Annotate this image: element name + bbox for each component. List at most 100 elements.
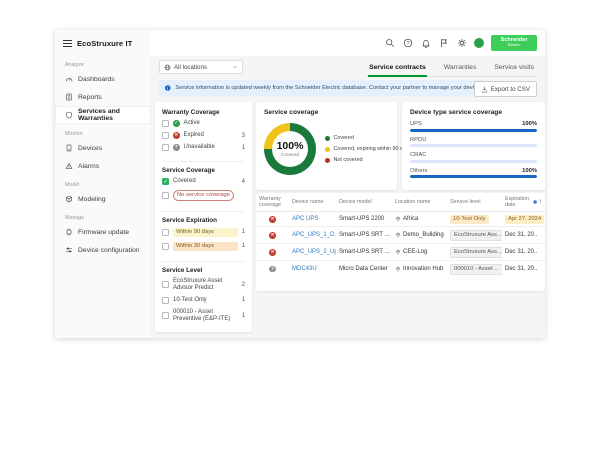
filter-option-active[interactable]: ✓ Active: [162, 120, 245, 127]
device-icon: [65, 144, 73, 152]
filter-option-10-test-only[interactable]: 10-Test Only 1: [162, 297, 245, 304]
tab-service-visits[interactable]: Service visits: [493, 62, 535, 76]
shield-icon: [65, 111, 73, 119]
checkbox[interactable]: [162, 144, 169, 151]
sidebar-item-reports[interactable]: Reports: [55, 88, 151, 106]
filter-group-title: Service Expiration: [162, 217, 245, 224]
within-90-days-chip: Within 90 days: [173, 228, 238, 237]
sidebar-item-label: Devices: [78, 145, 102, 152]
cube-icon: [65, 195, 73, 203]
table-row[interactable]: ? MDC43U Micro Data Center Innovation Hu…: [256, 261, 545, 277]
schneider-electric-logo[interactable]: Schneider Electric: [491, 35, 537, 51]
export-to-csv-button[interactable]: Export to CSV: [474, 81, 537, 97]
checkbox[interactable]: [162, 312, 169, 319]
sidebar-item-devices[interactable]: Devices: [55, 139, 151, 157]
feedback-flag-icon[interactable]: [438, 38, 449, 49]
sidebar-section-model: Model: [65, 182, 151, 188]
devices-table: Warranty coverage Device name Device mod…: [256, 193, 545, 277]
expired-status-icon: ✕: [269, 249, 276, 256]
table-row[interactable]: ✕ APC UPS Smart-UPS 2200 Africa 10-Test …: [256, 212, 545, 227]
sidebar-item-label: Dashboards: [78, 76, 115, 83]
gauge-icon: [65, 75, 73, 83]
download-icon: [481, 86, 488, 93]
checkbox-checked[interactable]: ✓: [162, 178, 169, 185]
checkbox[interactable]: [162, 297, 169, 304]
sidebar-item-label: Device configuration: [78, 247, 140, 254]
sort-ascending-icon[interactable]: ↑: [539, 199, 542, 206]
filter-option-asset-advisor-predict[interactable]: EcoStruxure Asset Advisor Predict 2: [162, 278, 245, 292]
filter-option-unavailable[interactable]: ? Unavailable 1: [162, 144, 245, 151]
firmware-icon: [65, 228, 73, 236]
checkbox[interactable]: [162, 243, 169, 250]
checkbox[interactable]: [162, 120, 169, 127]
device-type-coverage-card: Device type service coverage UPS100% RPD…: [402, 102, 545, 190]
search-icon[interactable]: [384, 38, 395, 49]
brand-subname: Electric: [508, 44, 520, 48]
service-level-chip: EcoStruxure Ass...: [450, 247, 502, 258]
device-link[interactable]: APC_UPS_1_D...: [292, 232, 336, 238]
location-pin-icon: [395, 266, 401, 272]
expired-status-icon: ✕: [269, 216, 276, 223]
settings-gear-icon[interactable]: [456, 38, 467, 49]
sidebar-item-label: Firmware update: [78, 229, 129, 236]
no-service-coverage-chip: No service coverage: [173, 190, 234, 201]
sidebar-item-firmware-update[interactable]: Firmware update: [55, 223, 151, 241]
notifications-bell-icon[interactable]: [420, 38, 431, 49]
service-level-chip: EcoStruxure Ass...: [450, 230, 502, 241]
filter-option-expired[interactable]: ✕ Expired 3: [162, 132, 245, 139]
filter-option-within-90-days[interactable]: Within 90 days 1: [162, 228, 245, 237]
checkbox[interactable]: [162, 192, 169, 199]
table-row[interactable]: ✕ APC_UPS_2_Up Smart-UPS SRT ... CEE-Log…: [256, 244, 545, 261]
help-icon[interactable]: ?: [402, 38, 413, 49]
device-link[interactable]: MDC43U: [292, 266, 317, 272]
sidebar-item-label: Services and Warranties: [78, 108, 151, 122]
device-link[interactable]: APC UPS: [292, 216, 318, 222]
sidebar-item-alarms[interactable]: Alarms: [55, 157, 151, 175]
sidebar-section-monitor: Monitor: [65, 131, 151, 137]
user-avatar[interactable]: [474, 38, 484, 48]
filter-option-covered[interactable]: ✓ Covered 4: [162, 178, 245, 185]
devices-table-card: Warranty coverage Device name Device mod…: [256, 193, 545, 291]
chevron-down-icon: [232, 64, 238, 70]
tab-warranties[interactable]: Warranties: [443, 62, 478, 76]
sidebar-item-label: Alarms: [78, 163, 99, 170]
col-location-name: Location name: [392, 193, 447, 212]
checkbox[interactable]: [162, 229, 169, 236]
device-type-coverage-title: Device type service coverage: [410, 109, 537, 116]
filter-group-title: Warranty Coverage: [162, 109, 245, 116]
sidebar-item-dashboards[interactable]: Dashboards: [55, 70, 151, 88]
svg-text:?: ?: [406, 41, 409, 47]
expiration-chip: Apr 27, 2024: [505, 215, 544, 224]
sidebar-item-device-configuration[interactable]: Device configuration: [55, 241, 151, 259]
device-link[interactable]: APC_UPS_2_Up: [292, 249, 336, 255]
table-row[interactable]: ✕ APC_UPS_1_D... Smart-UPS SRT ... Demo_…: [256, 227, 545, 244]
bar-fill: [410, 129, 537, 132]
checkbox[interactable]: [162, 132, 169, 139]
location-pin-icon: [395, 216, 401, 222]
info-banner: i Service information is updated weekly …: [159, 80, 485, 96]
location-selector[interactable]: All locations: [159, 60, 243, 74]
sidebar-item-label: Modeling: [78, 196, 106, 203]
col-warranty-coverage: Warranty coverage: [256, 193, 289, 212]
export-button-label: Export to CSV: [491, 86, 530, 93]
donut-legend: Covered Covered, expiring within 90 days…: [325, 135, 411, 163]
service-coverage-donut: 100% Covered: [264, 123, 316, 175]
sidebar-item-modeling[interactable]: Modeling: [55, 190, 151, 208]
location-pin-icon: [395, 232, 401, 238]
tab-service-contracts[interactable]: Service contracts: [368, 62, 427, 77]
bar-fill: [410, 175, 537, 178]
filter-option-no-service-coverage[interactable]: No service coverage: [162, 190, 245, 201]
column-info-icon[interactable]: i: [533, 199, 537, 205]
coverage-bar-others: Others100%: [410, 168, 537, 179]
col-service-level: Service level: [447, 193, 502, 212]
filter-option-within-30-days[interactable]: Within 30 days 1: [162, 242, 245, 251]
col-device-model: Device model: [336, 193, 392, 212]
sidebar-item-services-and-warranties[interactable]: Services and Warranties: [55, 106, 151, 124]
expired-status-icon: ✕: [173, 132, 180, 139]
report-icon: [65, 93, 73, 101]
menu-icon[interactable]: [63, 40, 72, 47]
info-banner-text: Service information is updated weekly fr…: [175, 85, 480, 91]
filter-option-asset-preventive[interactable]: 000010 - Asset Preventive (E&P-ITE) 1: [162, 309, 245, 323]
topbar: ? Schneider Electric: [151, 30, 545, 56]
checkbox[interactable]: [162, 281, 169, 288]
